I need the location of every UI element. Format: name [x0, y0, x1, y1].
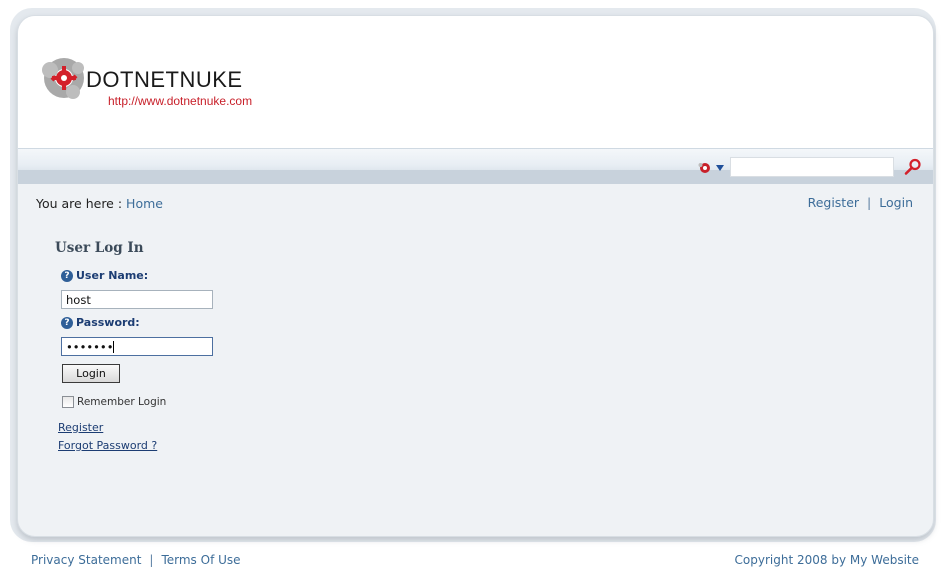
username-value: host — [66, 293, 91, 307]
remember-login[interactable]: Remember Login — [62, 396, 166, 408]
username-field[interactable]: host — [61, 290, 213, 309]
search-input[interactable] — [730, 157, 894, 177]
header-link-separator: | — [867, 195, 872, 210]
header-login-link[interactable]: Login — [879, 195, 913, 210]
breadcrumb: You are here : Home — [36, 196, 163, 211]
header: DOTNETNUKE http://www.dotnetnuke.com — [18, 16, 933, 148]
web-search-engine-icon — [698, 163, 710, 173]
login-button[interactable]: Login — [62, 364, 120, 383]
register-link[interactable]: Register — [58, 421, 103, 434]
copyright-text: Copyright 2008 by My Website — [734, 553, 919, 567]
footer-separator: | — [149, 553, 154, 567]
password-field[interactable]: ••••••• — [61, 337, 213, 356]
password-value: ••••••• — [66, 340, 114, 354]
password-label: ? Password: — [61, 316, 140, 329]
privacy-statement-link[interactable]: Privacy Statement — [31, 553, 141, 567]
page-container: DOTNETNUKE http://www.dotnetnuke.com You… — [17, 15, 934, 537]
breadcrumb-prefix: You are here : — [36, 196, 123, 211]
chevron-down-icon — [716, 165, 724, 171]
help-question-icon[interactable]: ? — [61, 316, 73, 329]
user-links: Register | Login — [808, 195, 913, 210]
forgot-password-link[interactable]: Forgot Password ? — [58, 439, 157, 452]
footer-links: Privacy Statement | Terms Of Use — [31, 553, 241, 567]
help-question-icon[interactable]: ? — [61, 269, 73, 282]
remember-login-label: Remember Login — [77, 396, 167, 408]
logo-url[interactable]: http://www.dotnetnuke.com — [108, 94, 252, 108]
magnifier-search-icon[interactable] — [904, 158, 922, 176]
logo-wordmark: DOTNETNUKE — [86, 67, 243, 92]
search-engine-selector[interactable] — [698, 160, 726, 176]
username-label: ? User Name: — [61, 269, 148, 282]
login-title: User Log In — [55, 240, 144, 256]
breadcrumb-home-link[interactable]: Home — [126, 196, 163, 211]
header-register-link[interactable]: Register — [808, 195, 859, 210]
password-label-text: Password: — [76, 316, 140, 329]
remember-login-checkbox[interactable] — [62, 396, 74, 408]
text-caret — [113, 341, 115, 353]
terms-of-use-link[interactable]: Terms Of Use — [161, 553, 240, 567]
username-label-text: User Name: — [76, 269, 149, 282]
